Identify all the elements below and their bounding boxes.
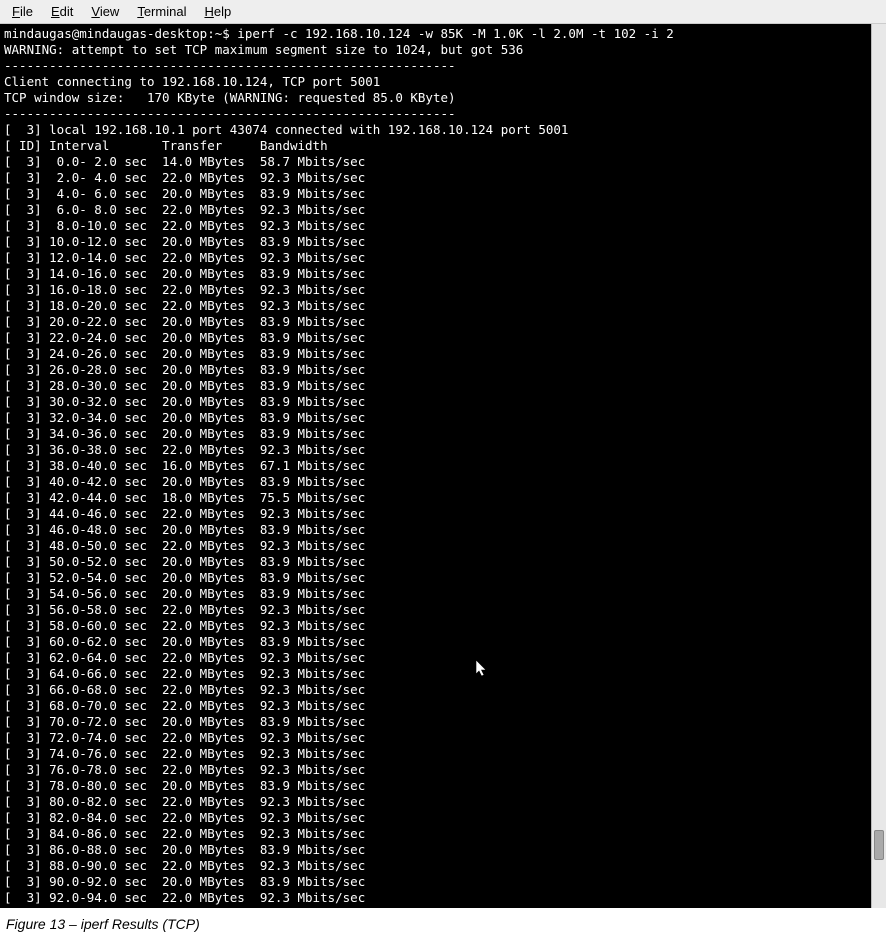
menubar: FileEditViewTerminalHelp: [0, 0, 886, 24]
result-row: [ 3] 10.0-12.0 sec 20.0 MBytes 83.9 Mbit…: [4, 234, 867, 250]
menu-item-terminal[interactable]: Terminal: [129, 2, 194, 21]
result-row: [ 3] 64.0-66.0 sec 22.0 MBytes 92.3 Mbit…: [4, 666, 867, 682]
scrollbar[interactable]: [871, 24, 886, 908]
menu-item-help[interactable]: Help: [196, 2, 239, 21]
result-row: [ 3] 50.0-52.0 sec 20.0 MBytes 83.9 Mbit…: [4, 554, 867, 570]
result-row: [ 3] 76.0-78.0 sec 22.0 MBytes 92.3 Mbit…: [4, 762, 867, 778]
result-row: [ 3] 84.0-86.0 sec 22.0 MBytes 92.3 Mbit…: [4, 826, 867, 842]
result-row: [ 3] 36.0-38.0 sec 22.0 MBytes 92.3 Mbit…: [4, 442, 867, 458]
shell-prompt: mindaugas@mindaugas-desktop:~$: [4, 26, 237, 41]
window-size-line: TCP window size: 170 KByte (WARNING: req…: [4, 90, 867, 106]
result-row: [ 3] 82.0-84.0 sec 22.0 MBytes 92.3 Mbit…: [4, 810, 867, 826]
result-row: [ 3] 66.0-68.0 sec 22.0 MBytes 92.3 Mbit…: [4, 682, 867, 698]
result-row: [ 3] 12.0-14.0 sec 22.0 MBytes 92.3 Mbit…: [4, 250, 867, 266]
result-row: [ 3] 80.0-82.0 sec 22.0 MBytes 92.3 Mbit…: [4, 794, 867, 810]
connect-line: Client connecting to 192.168.10.124, TCP…: [4, 74, 867, 90]
result-row: [ 3] 6.0- 8.0 sec 22.0 MBytes 92.3 Mbits…: [4, 202, 867, 218]
result-row: [ 3] 42.0-44.0 sec 18.0 MBytes 75.5 Mbit…: [4, 490, 867, 506]
result-row: [ 3] 72.0-74.0 sec 22.0 MBytes 92.3 Mbit…: [4, 730, 867, 746]
result-row: [ 3] 92.0-94.0 sec 22.0 MBytes 92.3 Mbit…: [4, 890, 867, 906]
menu-item-file[interactable]: File: [4, 2, 41, 21]
result-row: [ 3] 78.0-80.0 sec 20.0 MBytes 83.9 Mbit…: [4, 778, 867, 794]
result-row: [ 3] 24.0-26.0 sec 20.0 MBytes 83.9 Mbit…: [4, 346, 867, 362]
result-row: [ 3] 4.0- 6.0 sec 20.0 MBytes 83.9 Mbits…: [4, 186, 867, 202]
result-row: [ 3] 44.0-46.0 sec 22.0 MBytes 92.3 Mbit…: [4, 506, 867, 522]
result-row: [ 3] 16.0-18.0 sec 22.0 MBytes 92.3 Mbit…: [4, 282, 867, 298]
figure-caption: Figure 13 – iperf Results (TCP): [0, 908, 886, 944]
command-text: iperf -c 192.168.10.124 -w 85K -M 1.0K -…: [237, 26, 674, 41]
result-row: [ 3] 18.0-20.0 sec 22.0 MBytes 92.3 Mbit…: [4, 298, 867, 314]
result-row: [ 3] 68.0-70.0 sec 22.0 MBytes 92.3 Mbit…: [4, 698, 867, 714]
divider-line: ----------------------------------------…: [4, 106, 867, 122]
result-row: [ 3] 30.0-32.0 sec 20.0 MBytes 83.9 Mbit…: [4, 394, 867, 410]
warning-line: WARNING: attempt to set TCP maximum segm…: [4, 42, 867, 58]
result-row: [ 3] 88.0-90.0 sec 22.0 MBytes 92.3 Mbit…: [4, 858, 867, 874]
result-row: [ 3] 58.0-60.0 sec 22.0 MBytes 92.3 Mbit…: [4, 618, 867, 634]
terminal-wrap: mindaugas@mindaugas-desktop:~$ iperf -c …: [0, 24, 886, 908]
result-row: [ 3] 32.0-34.0 sec 20.0 MBytes 83.9 Mbit…: [4, 410, 867, 426]
result-row: [ 3] 90.0-92.0 sec 20.0 MBytes 83.9 Mbit…: [4, 874, 867, 890]
result-row: [ 3] 54.0-56.0 sec 20.0 MBytes 83.9 Mbit…: [4, 586, 867, 602]
result-row: [ 3] 62.0-64.0 sec 22.0 MBytes 92.3 Mbit…: [4, 650, 867, 666]
result-row: [ 3] 8.0-10.0 sec 22.0 MBytes 92.3 Mbits…: [4, 218, 867, 234]
result-row: [ 3] 22.0-24.0 sec 20.0 MBytes 83.9 Mbit…: [4, 330, 867, 346]
result-row: [ 3] 14.0-16.0 sec 20.0 MBytes 83.9 Mbit…: [4, 266, 867, 282]
menu-item-view[interactable]: View: [83, 2, 127, 21]
result-row: [ 3] 0.0- 2.0 sec 14.0 MBytes 58.7 Mbits…: [4, 154, 867, 170]
prompt-line: mindaugas@mindaugas-desktop:~$ iperf -c …: [4, 26, 867, 42]
local-line: [ 3] local 192.168.10.1 port 43074 conne…: [4, 122, 867, 138]
result-row: [ 3] 2.0- 4.0 sec 22.0 MBytes 92.3 Mbits…: [4, 170, 867, 186]
result-row: [ 3] 86.0-88.0 sec 20.0 MBytes 83.9 Mbit…: [4, 842, 867, 858]
menu-item-edit[interactable]: Edit: [43, 2, 81, 21]
result-row: [ 3] 48.0-50.0 sec 22.0 MBytes 92.3 Mbit…: [4, 538, 867, 554]
result-row: [ 3] 20.0-22.0 sec 20.0 MBytes 83.9 Mbit…: [4, 314, 867, 330]
result-row: [ 3] 40.0-42.0 sec 20.0 MBytes 83.9 Mbit…: [4, 474, 867, 490]
result-row: [ 3] 34.0-36.0 sec 20.0 MBytes 83.9 Mbit…: [4, 426, 867, 442]
divider-line: ----------------------------------------…: [4, 58, 867, 74]
result-row: [ 3] 70.0-72.0 sec 20.0 MBytes 83.9 Mbit…: [4, 714, 867, 730]
result-row: [ 3] 52.0-54.0 sec 20.0 MBytes 83.9 Mbit…: [4, 570, 867, 586]
result-row: [ 3] 28.0-30.0 sec 20.0 MBytes 83.9 Mbit…: [4, 378, 867, 394]
result-row: [ 3] 46.0-48.0 sec 20.0 MBytes 83.9 Mbit…: [4, 522, 867, 538]
result-row: [ 3] 74.0-76.0 sec 22.0 MBytes 92.3 Mbit…: [4, 746, 867, 762]
scrollbar-thumb[interactable]: [874, 830, 884, 860]
header-line: [ ID] Interval Transfer Bandwidth: [4, 138, 867, 154]
result-row: [ 3] 38.0-40.0 sec 16.0 MBytes 67.1 Mbit…: [4, 458, 867, 474]
result-row: [ 3] 26.0-28.0 sec 20.0 MBytes 83.9 Mbit…: [4, 362, 867, 378]
result-row: [ 3] 56.0-58.0 sec 22.0 MBytes 92.3 Mbit…: [4, 602, 867, 618]
terminal-output[interactable]: mindaugas@mindaugas-desktop:~$ iperf -c …: [0, 24, 871, 908]
result-row: [ 3] 60.0-62.0 sec 20.0 MBytes 83.9 Mbit…: [4, 634, 867, 650]
